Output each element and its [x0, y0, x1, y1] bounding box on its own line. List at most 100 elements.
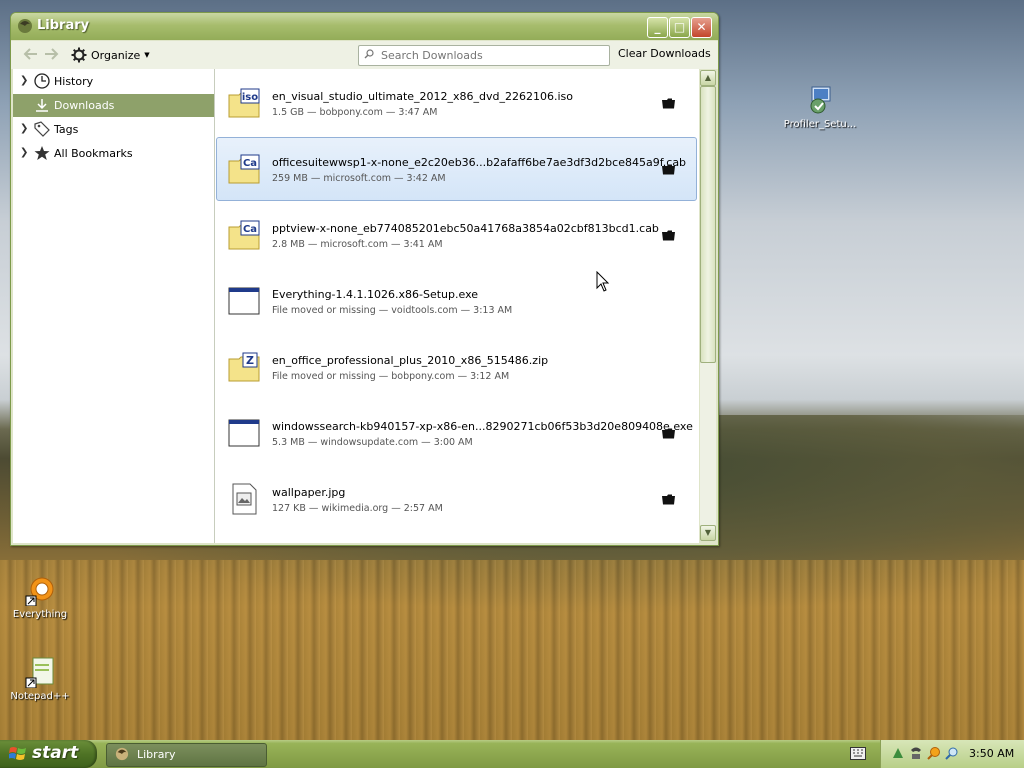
start-button[interactable]: start: [0, 740, 97, 768]
selection-highlight: [216, 137, 697, 201]
chevron-right-icon[interactable]: ❯: [20, 147, 28, 158]
magnifier-icon[interactable]: [945, 746, 959, 760]
library-window: Library _ □ ✕ Organize ▼ Search Download…: [10, 12, 719, 546]
sidebar-item-label: History: [54, 75, 94, 88]
download-item[interactable]: wallpaper.jpg 127 KB — wikimedia.org — 2…: [215, 467, 699, 531]
window-title: Library: [37, 18, 90, 33]
vertical-scrollbar[interactable]: ▲ ▼: [700, 70, 716, 541]
chevron-right-icon[interactable]: ❯: [20, 123, 28, 134]
desktop-icon-everything[interactable]: Everything: [0, 574, 80, 620]
download-filename: Everything-1.4.1.1026.x86-Setup.exe: [272, 288, 479, 301]
firefox-icon: [17, 18, 33, 34]
svg-text:Ca: Ca: [243, 158, 257, 169]
desktop-icon-label: Notepad++: [10, 691, 70, 702]
minimize-button[interactable]: _: [647, 17, 668, 38]
taskbar-button-library[interactable]: Library: [106, 743, 267, 767]
folder-icon[interactable]: [662, 494, 676, 505]
svg-text:Ca: Ca: [243, 224, 257, 235]
tag-icon: [34, 121, 50, 137]
firefox-icon: [115, 747, 129, 761]
start-label: start: [32, 743, 79, 763]
folder-icon[interactable]: [662, 428, 676, 439]
taskbar-button-label: Library: [137, 748, 176, 761]
everything-app-icon: [24, 574, 56, 607]
exe-file-icon: [228, 285, 260, 317]
taskbar: start Library 3:50 AM: [0, 740, 1024, 768]
gear-icon: [71, 47, 87, 63]
desktop-icon-label: Everything: [12, 609, 68, 620]
download-filename: officesuitewwsp1-x-none_e2c20eb36...b2af…: [272, 156, 687, 169]
svg-text:Z: Z: [246, 354, 254, 367]
cab-file-icon: Ca: [228, 219, 260, 251]
folder-icon[interactable]: [662, 230, 676, 241]
dropdown-arrow-icon: ▼: [144, 51, 150, 59]
close-button[interactable]: ✕: [691, 17, 712, 38]
download-meta: 259 MB — microsoft.com — 3:42 AM: [272, 173, 446, 184]
clock[interactable]: 3:50 AM: [969, 747, 1014, 760]
download-meta: 1.5 GB — bobpony.com — 3:47 AM: [272, 107, 438, 118]
scroll-down-arrow-icon[interactable]: ▼: [700, 525, 716, 541]
sidebar: ❯ History Downloads ❯ Tags ❯ All Bookmar…: [13, 69, 215, 543]
sidebar-item-label: Tags: [54, 123, 79, 136]
search-icon: [364, 49, 374, 59]
download-meta: 2.8 MB — microsoft.com — 3:41 AM: [272, 239, 443, 250]
phone-icon[interactable]: [909, 746, 923, 760]
desktop-icon-label: Profiler_Setu...: [783, 119, 857, 130]
download-item[interactable]: iso en_visual_studio_ultimate_2012_x86_d…: [215, 71, 699, 135]
download-item[interactable]: windowssearch-kb940157-xp-x86-en...82902…: [215, 401, 699, 465]
desktop-icon-profiler[interactable]: Profiler_Setu...: [780, 84, 860, 130]
download-filename: en_visual_studio_ultimate_2012_x86_dvd_2…: [272, 90, 574, 103]
maximize-icon: □: [673, 20, 686, 34]
search-icon[interactable]: [927, 746, 941, 760]
back-button[interactable]: [23, 47, 39, 61]
iso-file-icon: iso: [228, 87, 260, 119]
folder-icon[interactable]: [662, 98, 676, 109]
star-icon: [34, 146, 50, 160]
title-bar[interactable]: Library _ □ ✕: [11, 13, 718, 40]
download-filename: windowssearch-kb940157-xp-x86-en...82902…: [272, 420, 693, 433]
arrow-left-icon: [23, 48, 37, 60]
download-filename: en_office_professional_plus_2010_x86_515…: [272, 354, 549, 367]
close-icon: ✕: [696, 20, 707, 34]
sidebar-item-tags[interactable]: ❯ Tags: [13, 118, 214, 141]
organize-button[interactable]: Organize ▼: [71, 46, 150, 64]
download-meta: 127 KB — wikimedia.org — 2:57 AM: [272, 503, 443, 514]
organize-label: Organize: [91, 48, 141, 62]
sidebar-item-history[interactable]: ❯ History: [13, 70, 214, 93]
download-item[interactable]: Everything-1.4.1.1026.x86-Setup.exe File…: [215, 269, 699, 333]
forward-button[interactable]: [43, 47, 59, 61]
toolbar: Organize ▼ Clear Downloads: [11, 41, 718, 69]
notepadpp-app-icon: [24, 656, 56, 689]
minimize-icon: _: [654, 20, 661, 34]
search-box[interactable]: [358, 45, 610, 66]
maximize-button[interactable]: □: [669, 17, 690, 38]
sidebar-item-label: Downloads: [54, 99, 115, 112]
download-meta: File moved or missing — bobpony.com — 3:…: [272, 371, 510, 382]
downloads-list: iso en_visual_studio_ultimate_2012_x86_d…: [215, 69, 699, 543]
network-icon[interactable]: [891, 746, 905, 760]
download-item[interactable]: Z en_office_professional_plus_2010_x86_5…: [215, 335, 699, 399]
arrow-right-icon: [45, 48, 59, 60]
download-item[interactable]: Ca officesuitewwsp1-x-none_e2c20eb36...b…: [215, 137, 699, 201]
download-meta: 5.3 MB — windowsupdate.com — 3:00 AM: [272, 437, 473, 448]
scroll-thumb[interactable]: [700, 86, 716, 363]
image-file-icon: [228, 483, 260, 515]
mouse-cursor-icon: [596, 271, 610, 292]
download-filename: pptview-x-none_eb774085201ebc50a41768a38…: [272, 222, 659, 235]
download-item[interactable]: Ca pptview-x-none_eb774085201ebc50a41768…: [215, 203, 699, 267]
clear-downloads-button[interactable]: Clear Downloads: [618, 47, 711, 60]
desktop-field: [0, 560, 1024, 740]
sidebar-item-all-bookmarks[interactable]: ❯ All Bookmarks: [13, 142, 214, 165]
windows-logo-icon: [9, 747, 26, 760]
download-icon: [36, 99, 48, 112]
svg-text:iso: iso: [242, 92, 258, 103]
chevron-right-icon[interactable]: ❯: [20, 75, 28, 86]
sidebar-item-downloads[interactable]: Downloads: [13, 94, 214, 117]
keyboard-icon[interactable]: [850, 747, 866, 760]
scroll-up-arrow-icon[interactable]: ▲: [700, 70, 716, 86]
clock-icon: [34, 73, 50, 89]
cab-file-icon: Ca: [228, 153, 260, 185]
folder-icon[interactable]: [662, 164, 676, 175]
search-input[interactable]: [379, 47, 605, 64]
desktop-icon-notepadpp[interactable]: Notepad++: [0, 656, 80, 702]
